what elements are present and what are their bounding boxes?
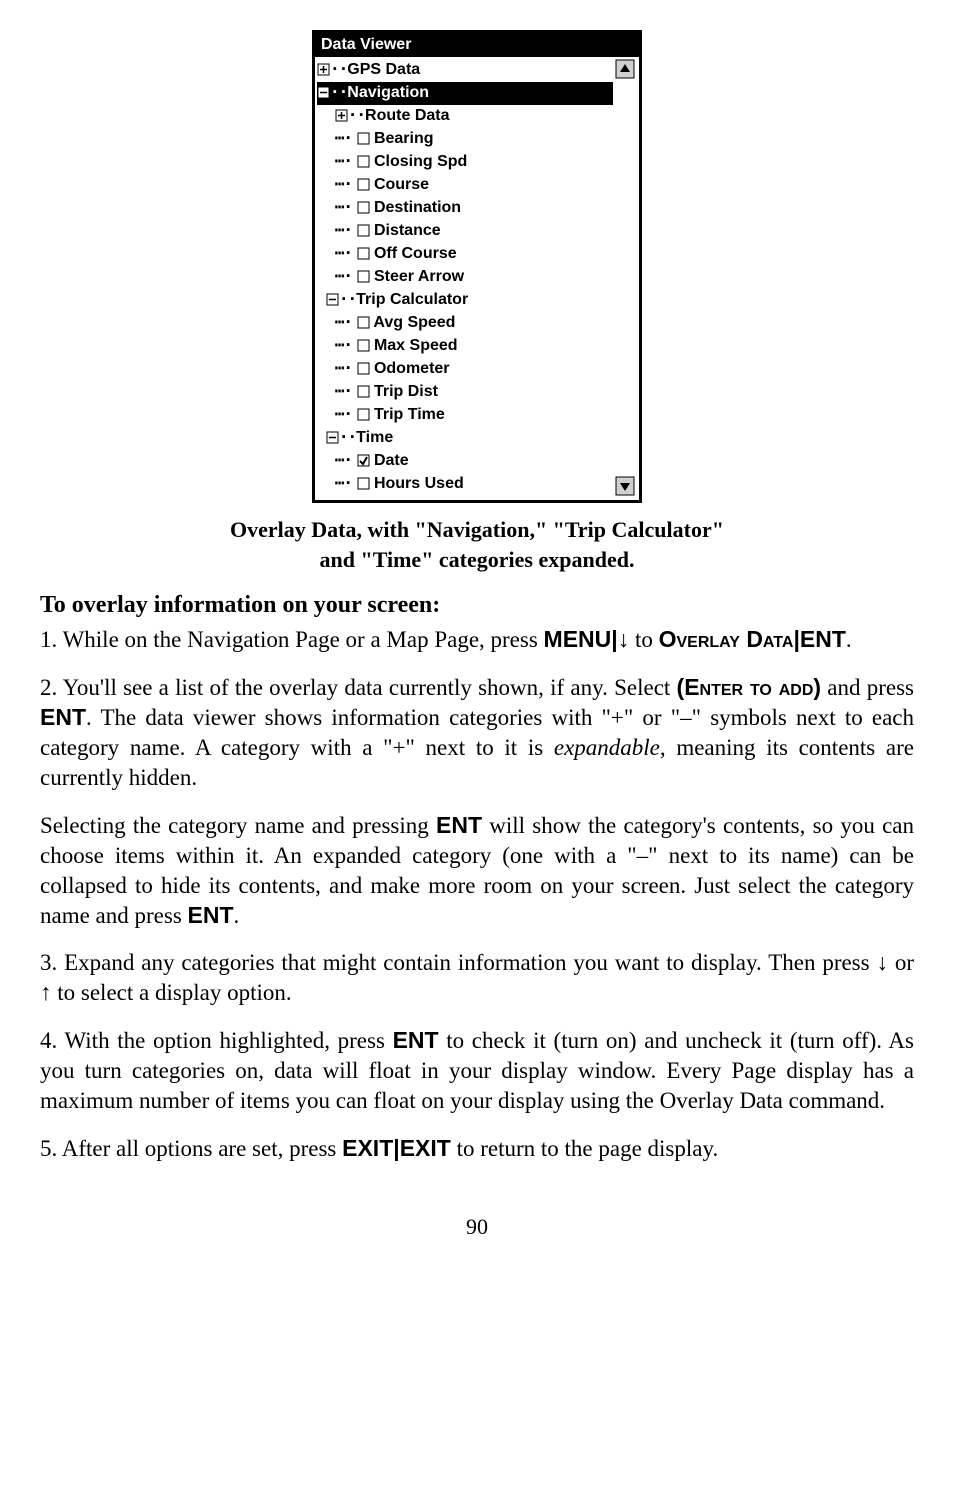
checkbox-empty-icon[interactable] [357, 131, 370, 151]
checkbox-empty-icon[interactable] [357, 315, 370, 335]
tree-item-date[interactable]: ⋯· Date [317, 450, 613, 473]
scroll-down-icon[interactable] [615, 476, 635, 496]
tree-item-gps-data[interactable]: ··GPS Data [317, 59, 613, 82]
step-1: 1. While on the Navigation Page or a Map… [40, 625, 914, 655]
tree-item-route-data[interactable]: ··Route Data [317, 105, 613, 128]
checkbox-empty-icon[interactable] [357, 223, 370, 243]
step-5: 5. After all options are set, press EXIT… [40, 1134, 914, 1164]
tree-item-avg-speed[interactable]: ⋯· Avg Speed [317, 312, 613, 335]
checkbox-empty-icon[interactable] [357, 269, 370, 289]
step-4: 4. With the option highlighted, press EN… [40, 1026, 914, 1116]
minus-box-icon [326, 430, 339, 450]
tree[interactable]: ··GPS Data ··Navigation ··Route Data ⋯· … [317, 59, 613, 496]
tree-item-hours-used[interactable]: ⋯· Hours Used [317, 473, 613, 496]
checkbox-empty-icon[interactable] [357, 361, 370, 381]
paragraph-selecting: Selecting the category name and pressing… [40, 811, 914, 931]
checkbox-empty-icon[interactable] [357, 407, 370, 427]
minus-box-icon [326, 292, 339, 312]
tree-item-trip-dist[interactable]: ⋯· Trip Dist [317, 381, 613, 404]
step-3: 3. Expand any categories that might cont… [40, 948, 914, 1008]
step-2: 2. You'll see a list of the overlay data… [40, 673, 914, 793]
scroll-up-icon[interactable] [615, 59, 635, 79]
checkbox-empty-icon[interactable] [357, 200, 370, 220]
checkbox-empty-icon[interactable] [357, 338, 370, 358]
tree-item-steer-arrow[interactable]: ⋯· Steer Arrow [317, 266, 613, 289]
tree-item-trip-calculator[interactable]: ··Trip Calculator [317, 289, 613, 312]
tree-item-max-speed[interactable]: ⋯· Max Speed [317, 335, 613, 358]
tree-item-bearing[interactable]: ⋯· Bearing [317, 128, 613, 151]
tree-item-odometer[interactable]: ⋯· Odometer [317, 358, 613, 381]
figure-caption: Overlay Data, with "Navigation," "Trip C… [100, 515, 854, 574]
scrollbar[interactable] [613, 59, 637, 496]
tree-item-distance[interactable]: ⋯· Distance [317, 220, 613, 243]
data-viewer-window: Data Viewer ··GPS Data ··Navigation ··Ro… [312, 30, 642, 503]
tree-item-destination[interactable]: ⋯· Destination [317, 197, 613, 220]
checkbox-empty-icon[interactable] [357, 384, 370, 404]
minus-box-icon [317, 85, 330, 105]
tree-item-closing-spd[interactable]: ⋯· Closing Spd [317, 151, 613, 174]
tree-item-off-course[interactable]: ⋯· Off Course [317, 243, 613, 266]
checkbox-empty-icon[interactable] [357, 154, 370, 174]
tree-item-time[interactable]: ··Time [317, 427, 613, 450]
tree-item-trip-time[interactable]: ⋯· Trip Time [317, 404, 613, 427]
plus-box-icon [335, 108, 348, 128]
checkbox-empty-icon[interactable] [357, 476, 370, 496]
section-heading: To overlay information on your screen: [40, 592, 914, 619]
tree-item-navigation[interactable]: ··Navigation [317, 82, 613, 105]
window-title: Data Viewer [315, 33, 639, 57]
checkbox-empty-icon[interactable] [357, 177, 370, 197]
checkbox-checked-icon[interactable] [357, 453, 370, 473]
checkbox-empty-icon[interactable] [357, 246, 370, 266]
plus-box-icon [317, 62, 330, 82]
tree-item-course[interactable]: ⋯· Course [317, 174, 613, 197]
page-number: 90 [40, 1214, 914, 1240]
